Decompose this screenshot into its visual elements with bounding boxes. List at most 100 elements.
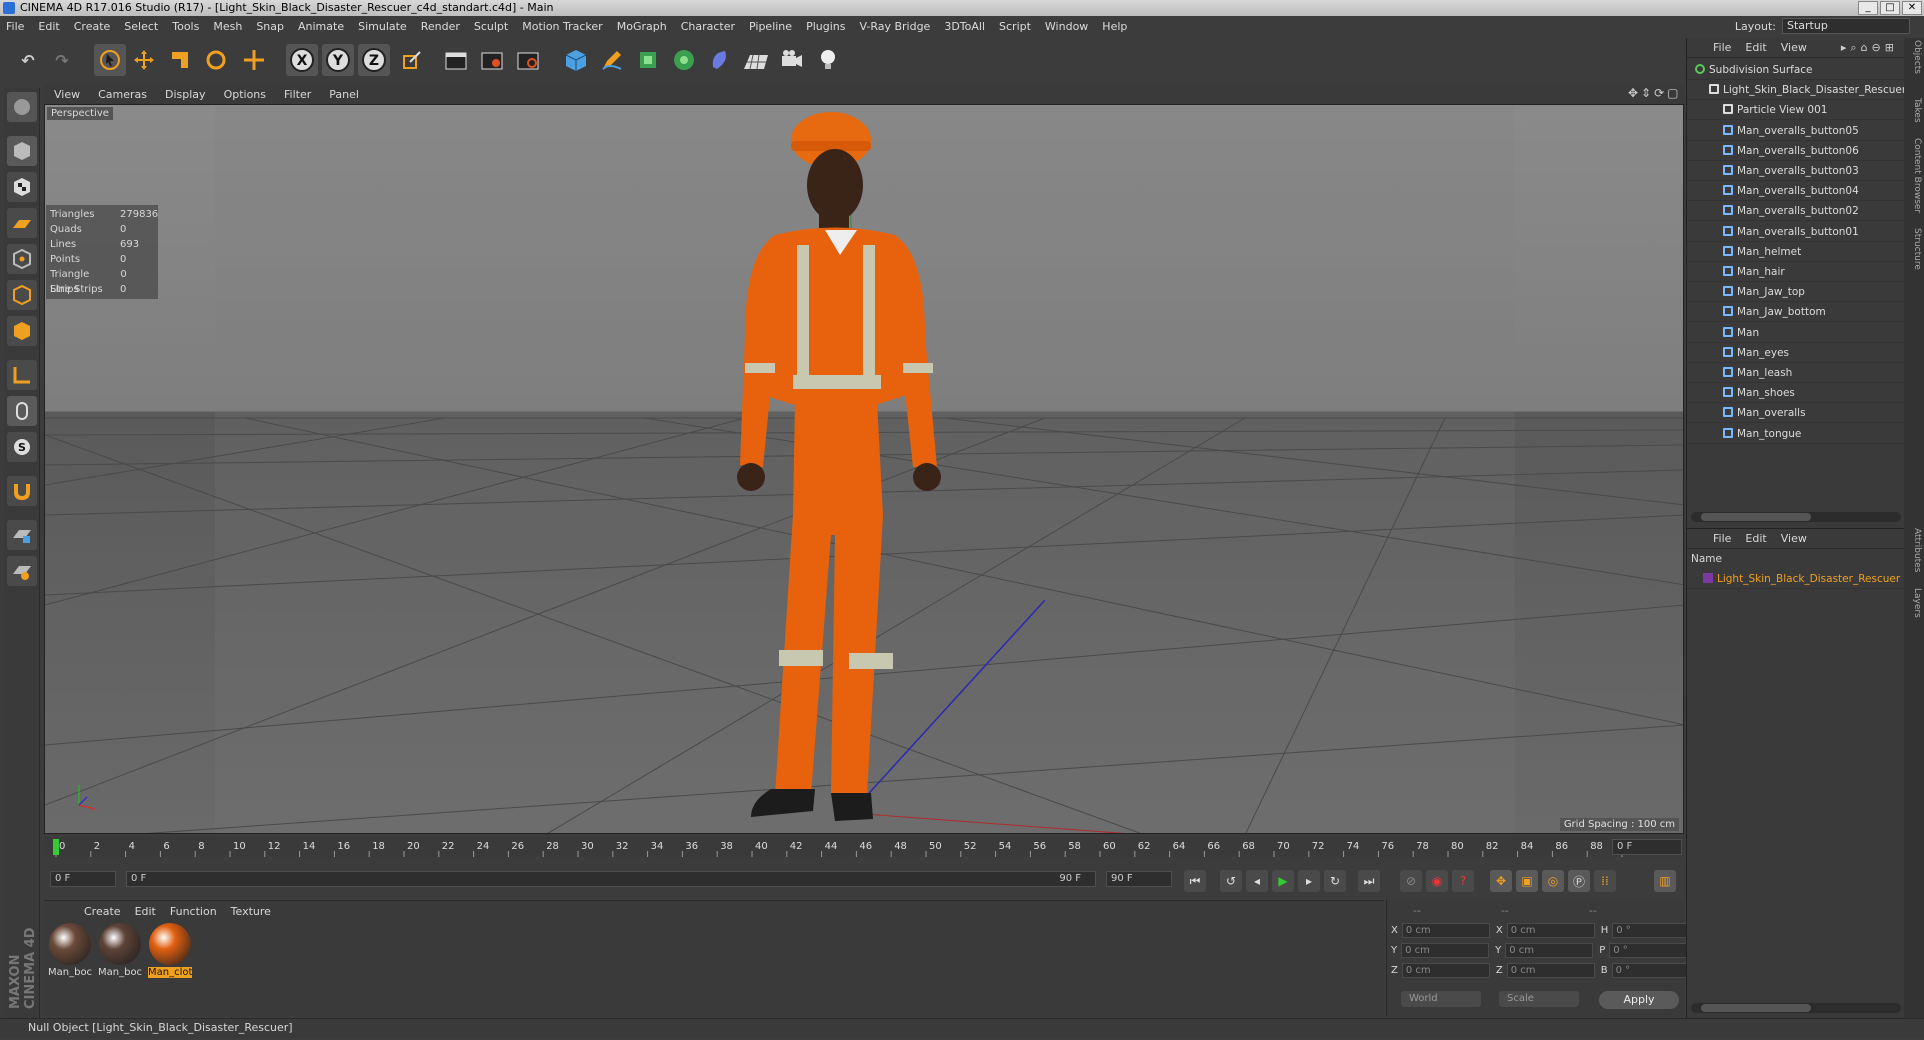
- keyframe-selection-icon[interactable]: ?: [1452, 870, 1474, 892]
- coord-input[interactable]: 0 cm: [1506, 962, 1595, 978]
- menu-tools[interactable]: Tools: [172, 20, 199, 33]
- coord-mode-dropdown[interactable]: World: [1401, 991, 1481, 1007]
- subdivision-surface-icon[interactable]: [632, 44, 664, 76]
- object-list-item[interactable]: Man_Jaw_bottom: [1687, 302, 1905, 323]
- key-position-icon[interactable]: ✥: [1490, 870, 1512, 892]
- playhead[interactable]: [53, 839, 59, 855]
- object-list-item[interactable]: Man_overalls_button06: [1687, 141, 1905, 161]
- object-list-item[interactable]: Man_tongue: [1687, 424, 1905, 444]
- menu-animate[interactable]: Animate: [298, 20, 344, 33]
- menu-window[interactable]: Window: [1045, 20, 1088, 33]
- light-icon[interactable]: [812, 44, 844, 76]
- render-settings-icon[interactable]: [512, 44, 544, 76]
- object-list-item[interactable]: Subdivision Surface: [1687, 60, 1905, 80]
- start-frame-field[interactable]: 0 F: [50, 871, 116, 887]
- object-menu-view[interactable]: View: [1781, 41, 1807, 54]
- viewport-menu-options[interactable]: Options: [224, 88, 266, 101]
- transform-icon[interactable]: [238, 44, 270, 76]
- key-scale-icon[interactable]: ▣: [1516, 870, 1538, 892]
- magnet-icon[interactable]: [7, 476, 37, 506]
- menu-file[interactable]: File: [6, 20, 24, 33]
- camera-icon[interactable]: [776, 44, 808, 76]
- object-list-item[interactable]: Man_helmet: [1687, 242, 1905, 262]
- cube-icon[interactable]: [560, 44, 592, 76]
- menu-plugins[interactable]: Plugins: [806, 20, 845, 33]
- menu-sculpt[interactable]: Sculpt: [474, 20, 508, 33]
- lock-workplane-icon[interactable]: [7, 520, 37, 550]
- viewport[interactable]: Perspective Triangles 279836 Quads 0 Lines 69…: [44, 104, 1684, 834]
- next-frame-icon[interactable]: ▸: [1298, 870, 1320, 892]
- polygons-mode-icon[interactable]: [7, 316, 37, 346]
- play-icon[interactable]: ▶: [1272, 870, 1294, 892]
- object-manager-tool-icons[interactable]: ▸⌕⌂⊖⊞: [1841, 41, 1898, 55]
- rotate-icon[interactable]: [200, 44, 232, 76]
- previous-key-icon[interactable]: ↺: [1220, 870, 1242, 892]
- render-picture-viewer-icon[interactable]: [476, 44, 508, 76]
- material-menu-texture[interactable]: Texture: [231, 905, 271, 918]
- menu-snap[interactable]: Snap: [256, 20, 284, 33]
- current-frame-field[interactable]: 0 F: [1612, 839, 1682, 855]
- texture-mode-icon[interactable]: [7, 172, 37, 202]
- deformer-icon[interactable]: [704, 44, 736, 76]
- coord-input[interactable]: 0 cm: [1505, 942, 1594, 958]
- object-list-item[interactable]: Particle View 001: [1687, 100, 1905, 121]
- menu-3dtoall[interactable]: 3DToAll: [944, 20, 985, 33]
- menu-create[interactable]: Create: [74, 20, 111, 33]
- menu-render[interactable]: Render: [421, 20, 460, 33]
- object-list-item[interactable]: Light_Skin_Black_Disaster_Rescuer: [1687, 80, 1905, 101]
- snap-icon[interactable]: S: [7, 432, 37, 462]
- y-axis-icon[interactable]: Y: [322, 44, 354, 76]
- side-tab-attributes[interactable]: Attributes: [1906, 528, 1922, 572]
- maximize-button[interactable]: □: [1880, 1, 1900, 15]
- object-list-item[interactable]: Man_overalls: [1687, 403, 1905, 424]
- scale-icon[interactable]: [164, 44, 196, 76]
- side-tab-layers[interactable]: Layers: [1906, 588, 1922, 618]
- object-list-item[interactable]: Man_leash: [1687, 363, 1905, 383]
- material-swatch[interactable]: Man_boc: [48, 923, 92, 978]
- coord-input[interactable]: 0 cm: [1401, 962, 1490, 978]
- minimize-button[interactable]: _: [1858, 1, 1878, 15]
- points-mode-icon[interactable]: [7, 244, 37, 274]
- layer-menu-view[interactable]: View: [1781, 532, 1807, 545]
- menu-mesh[interactable]: Mesh: [213, 20, 242, 33]
- viewport-menu-cameras[interactable]: Cameras: [98, 88, 147, 101]
- close-button[interactable]: ✕: [1902, 1, 1922, 15]
- key-pla-icon[interactable]: ⁞⁞: [1594, 870, 1616, 892]
- object-list-item[interactable]: Man: [1687, 323, 1905, 343]
- layout-dropdown[interactable]: Startup: [1782, 18, 1910, 34]
- object-list-item[interactable]: Man_eyes: [1687, 343, 1905, 363]
- viewport-nav-icons[interactable]: ✥⇕⟳▢: [1628, 86, 1682, 100]
- coord-input[interactable]: 0 °: [1609, 942, 1690, 958]
- go-to-end-icon[interactable]: ⏭: [1358, 870, 1380, 892]
- menu-character[interactable]: Character: [681, 20, 735, 33]
- planar-workplane-icon[interactable]: [7, 556, 37, 586]
- end-frame-field[interactable]: 90 F: [1106, 871, 1172, 887]
- side-tab-objects[interactable]: Objects: [1906, 40, 1922, 74]
- model-mode-icon[interactable]: [7, 136, 37, 166]
- next-key-icon[interactable]: ↻: [1324, 870, 1346, 892]
- object-list-item[interactable]: Man_overalls_button05: [1687, 121, 1905, 141]
- side-tab-content-browser[interactable]: Content Browser: [1906, 138, 1922, 213]
- select-arrow-icon[interactable]: [94, 44, 126, 76]
- menu-pipeline[interactable]: Pipeline: [749, 20, 792, 33]
- move-icon[interactable]: [128, 44, 160, 76]
- coordinate-system-icon[interactable]: [396, 44, 428, 76]
- layer-menu-edit[interactable]: Edit: [1745, 532, 1766, 545]
- coord-input[interactable]: 0 cm: [1506, 922, 1595, 938]
- key-parameter-icon[interactable]: Ⓟ: [1568, 870, 1590, 892]
- object-list-item[interactable]: Man_overalls_button03: [1687, 161, 1905, 181]
- key-rotation-icon[interactable]: ◎: [1542, 870, 1564, 892]
- autokeying-icon[interactable]: ◉: [1426, 870, 1448, 892]
- menu-help[interactable]: Help: [1102, 20, 1127, 33]
- menu-edit[interactable]: Edit: [38, 20, 59, 33]
- menu-simulate[interactable]: Simulate: [358, 20, 407, 33]
- pen-icon[interactable]: [596, 44, 628, 76]
- viewport-menu-panel[interactable]: Panel: [329, 88, 359, 101]
- timeline-ruler[interactable]: 0 2 4 6 8 10 12 14 16 18 20 22 24 26 28 30 32 34 36 38 40 42 4…: [44, 837, 1684, 857]
- redo-icon[interactable]: ↷: [46, 44, 78, 76]
- coord-input[interactable]: 0 cm: [1401, 942, 1490, 958]
- apply-button[interactable]: Apply: [1599, 991, 1679, 1009]
- coord-scale-dropdown[interactable]: Scale: [1499, 991, 1579, 1007]
- coord-input[interactable]: 0 cm: [1401, 922, 1490, 938]
- object-menu-edit[interactable]: Edit: [1745, 41, 1766, 54]
